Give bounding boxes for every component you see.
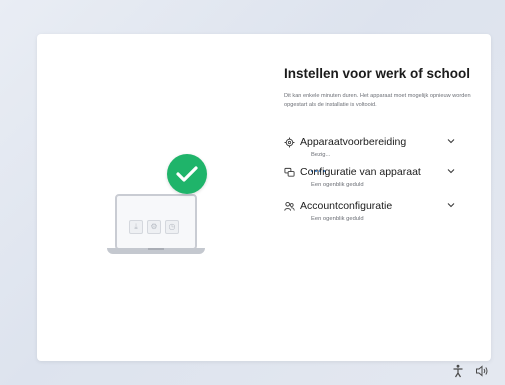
page-title: Instellen voor werk of school [284, 66, 471, 81]
checkmark-icon [167, 154, 207, 194]
progress-dots [311, 159, 331, 172]
step-label: Accountconfiguratie [300, 200, 393, 212]
chevron-down-icon[interactable] [446, 200, 456, 210]
page-description: Dit kan enkele minuten duren. Het appara… [284, 93, 471, 108]
step-status: Bezig... [311, 152, 331, 158]
gear-icon [284, 137, 295, 148]
setup-illustration: ⤓ ⚙ ◷ [107, 152, 227, 262]
step-account-configuration[interactable]: Accountconfiguratie Een ogenblik geduld [284, 200, 474, 230]
step-status: Een ogenblik geduld [311, 182, 364, 188]
volume-icon[interactable] [475, 364, 489, 378]
people-icon [284, 202, 295, 211]
chevron-down-icon[interactable] [446, 136, 456, 146]
gear-icon: ⚙ [147, 220, 161, 234]
chevron-down-icon[interactable] [446, 166, 456, 176]
setup-card: ⤓ ⚙ ◷ Instellen voor werk of school Dit … [37, 34, 491, 361]
accessibility-icon[interactable] [452, 364, 464, 378]
laptop-notch [148, 248, 164, 250]
device-config-icon [284, 167, 295, 177]
step-label: Apparaatvoorbereiding [300, 136, 407, 148]
download-icon: ⤓ [129, 220, 143, 234]
laptop-icon: ⤓ ⚙ ◷ [115, 194, 197, 250]
step-label: Configuratie van apparaat [300, 166, 421, 178]
step-device-preparation[interactable]: Apparaatvoorbereiding Bezig... [284, 136, 474, 172]
step-status: Een ogenblik geduld [311, 216, 364, 222]
clock-icon: ◷ [165, 220, 179, 234]
step-device-configuration[interactable]: Configuratie van apparaat Een ogenblik g… [284, 166, 474, 196]
